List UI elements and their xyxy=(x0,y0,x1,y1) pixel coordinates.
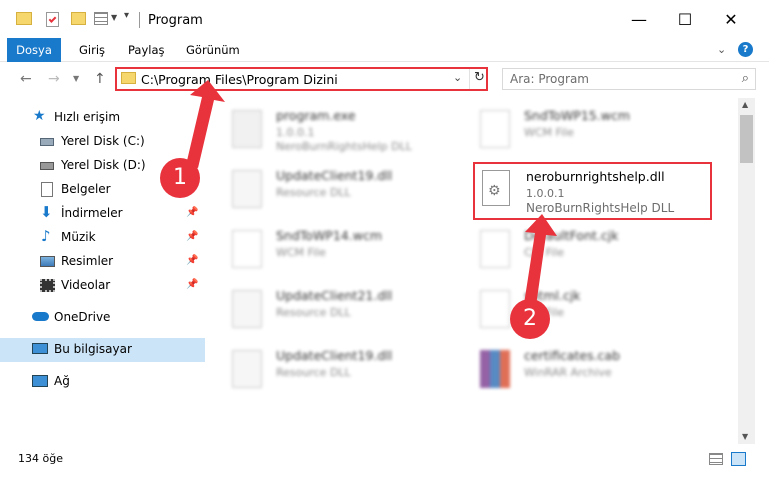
step-badge-1: 1 xyxy=(160,158,200,198)
arrow-1 xyxy=(186,80,225,168)
annotation-arrows xyxy=(186,80,557,306)
arrow-2 xyxy=(524,214,557,306)
step-badge-2: 2 xyxy=(510,299,550,339)
